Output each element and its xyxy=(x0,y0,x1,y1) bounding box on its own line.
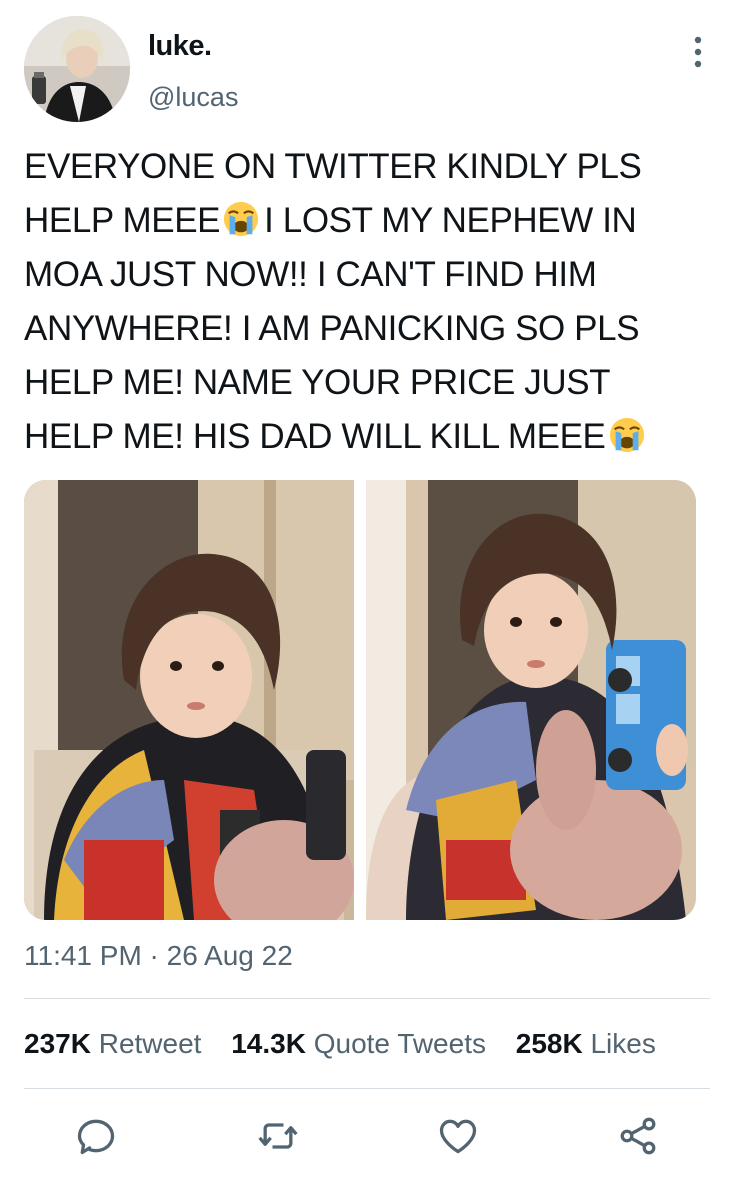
tweet-line-part: I LOST MY NEPHEW IN xyxy=(264,201,637,240)
like-icon xyxy=(439,1119,477,1154)
retweets-count: 237K xyxy=(24,1028,91,1059)
quotes-label: Quote Tweets xyxy=(313,1028,486,1059)
tweet-header: luke. @lucas xyxy=(24,16,714,122)
tweet-line-part: HELP ME! HIS DAD WILL KILL MEEE xyxy=(24,417,606,456)
divider xyxy=(24,1088,710,1089)
loudly-crying-face-emoji xyxy=(609,417,644,453)
reply-button[interactable] xyxy=(74,1114,118,1158)
divider xyxy=(24,998,710,999)
tweet-line: HELP ME! NAME YOUR PRICE JUST xyxy=(24,363,611,402)
share-icon xyxy=(620,1117,656,1155)
tweet-text: EVERYONE ON TWITTER KINDLY PLS HELP MEEE… xyxy=(24,140,714,464)
avatar-photo xyxy=(24,16,130,122)
retweets-label: Retweet xyxy=(98,1028,202,1059)
likes-stat[interactable]: 258K Likes xyxy=(516,1028,656,1060)
tweet-line: EVERYONE ON TWITTER KINDLY PLS xyxy=(24,147,642,186)
like-button[interactable] xyxy=(436,1114,480,1158)
child-with-teddy-bear-photo xyxy=(24,480,354,920)
tweet-line-part: HELP MEEE xyxy=(24,201,221,240)
loudly-crying-face-emoji xyxy=(224,201,259,237)
quotes-stat[interactable]: 14.3K Quote Tweets xyxy=(231,1028,486,1060)
tweet-line: HELP ME! HIS DAD WILL KILL MEEE xyxy=(24,410,714,464)
photo-1[interactable] xyxy=(24,480,354,920)
engagement-stats: 237K Retweet 14.3K Quote Tweets 258K Lik… xyxy=(24,1028,678,1060)
child-holding-toy-bus-photo xyxy=(366,480,696,920)
share-button[interactable] xyxy=(616,1114,660,1158)
action-bar xyxy=(0,1110,733,1160)
media-grid xyxy=(24,480,696,920)
likes-label: Likes xyxy=(590,1028,656,1059)
avatar[interactable] xyxy=(24,16,130,122)
quotes-count: 14.3K xyxy=(231,1028,306,1059)
reply-icon xyxy=(77,1119,115,1155)
retweet-button[interactable] xyxy=(256,1114,300,1158)
user-handle[interactable]: @lucas xyxy=(148,82,238,113)
tweet-timestamp[interactable]: 11:41 PM · 26 Aug 22 xyxy=(24,940,293,972)
retweets-stat[interactable]: 237K Retweet xyxy=(24,1028,201,1060)
photo-2[interactable] xyxy=(366,480,696,920)
tweet-line: MOA JUST NOW!! I CAN'T FIND HIM xyxy=(24,255,597,294)
more-vertical-icon[interactable] xyxy=(688,34,708,70)
tweet-line: HELP MEEE I LOST MY NEPHEW IN xyxy=(24,194,714,248)
display-name[interactable]: luke. xyxy=(148,30,212,63)
retweet-icon xyxy=(258,1123,298,1149)
likes-count: 258K xyxy=(515,1028,583,1059)
tweet-line: ANYWHERE! I AM PANICKING SO PLS xyxy=(24,309,640,348)
